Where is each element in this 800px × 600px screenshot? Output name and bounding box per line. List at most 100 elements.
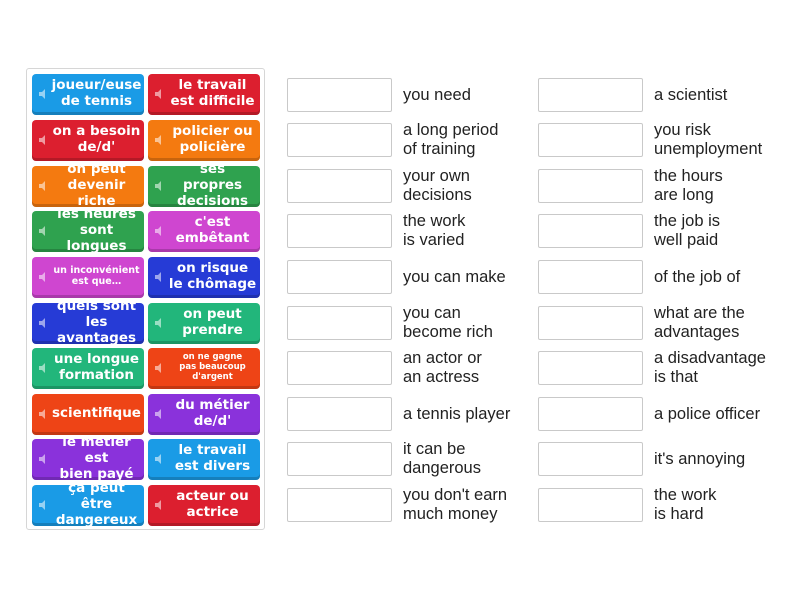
tile-label: acteur ou actrice xyxy=(176,488,249,520)
target-label: what are the advantages xyxy=(654,304,745,341)
tile-du-metier-de[interactable]: du métier de/d' xyxy=(148,394,260,435)
drop-slot[interactable] xyxy=(287,214,392,248)
target-label: you can become rich xyxy=(403,304,493,341)
speaker-icon xyxy=(155,500,161,510)
target-label: the work is hard xyxy=(654,486,717,523)
tile-label: une longue formation xyxy=(53,351,140,383)
drop-slot[interactable] xyxy=(287,488,392,522)
target-label: a tennis player xyxy=(403,404,511,423)
tile-on-risque-le-chomage[interactable]: on risque le chômage xyxy=(148,257,260,298)
tile-les-heures-sont-longues[interactable]: les heures sont longues xyxy=(32,206,144,254)
drop-slot[interactable] xyxy=(287,442,392,476)
drop-slot[interactable] xyxy=(287,351,392,385)
tile-une-longue-formation[interactable]: une longue formation xyxy=(32,348,144,389)
drop-slot[interactable] xyxy=(538,123,643,157)
target-label: it's annoying xyxy=(654,449,746,468)
drop-slot[interactable] xyxy=(538,351,643,385)
target-label: you risk unemployment xyxy=(654,121,763,158)
target-label: you don't earn much money xyxy=(403,486,508,523)
tile-label: on peut devenir riche xyxy=(67,161,126,209)
target-label: the hours are long xyxy=(654,167,723,204)
drop-slot[interactable] xyxy=(538,78,643,112)
tile-label: joueur/euse de tennis xyxy=(51,77,142,109)
tile-quels-sont-les-avantages[interactable]: quels sont les avantages xyxy=(32,298,144,346)
speaker-icon xyxy=(155,363,161,373)
tile-label: le travail est difficile xyxy=(170,77,255,109)
tile-label: c'est embêtant xyxy=(175,214,250,246)
speaker-icon xyxy=(39,89,45,99)
drop-slot[interactable] xyxy=(287,123,392,157)
drop-slot[interactable] xyxy=(538,306,643,340)
target-label: a long period of training xyxy=(403,121,499,158)
tile-label: ça peut être dangereux xyxy=(55,480,138,528)
speaker-icon xyxy=(155,181,161,191)
speaker-icon xyxy=(39,363,45,373)
drop-slot[interactable] xyxy=(538,442,643,476)
speaker-icon xyxy=(155,454,161,464)
drop-slot[interactable] xyxy=(538,260,643,294)
tile-on-a-besoin[interactable]: on a besoin de/d' xyxy=(32,120,144,161)
tile-le-travail-est-divers[interactable]: le travail est divers xyxy=(148,439,260,480)
tile-acteur-ou-actrice[interactable]: acteur ou actrice xyxy=(148,485,260,526)
tile-label: on peut prendre xyxy=(182,306,243,338)
target-label: it can be dangerous xyxy=(403,440,481,477)
tile-label: un inconvénient est que… xyxy=(53,265,140,287)
drop-slot[interactable] xyxy=(287,306,392,340)
drop-slot[interactable] xyxy=(538,488,643,522)
speaker-icon xyxy=(39,135,45,145)
speaker-icon xyxy=(39,500,45,510)
tile-label: on ne gagne pas beaucoup d'argent xyxy=(179,352,246,382)
tile-joueur-de-tennis[interactable]: joueur/euse de tennis xyxy=(32,74,144,115)
target-label: an actor or an actress xyxy=(403,349,482,386)
target-label: a scientist xyxy=(654,85,728,104)
tile-label: quels sont les avantages xyxy=(56,298,137,346)
tile-un-inconvenient-est-que[interactable]: un inconvénient est que… xyxy=(32,257,144,298)
target-label: the job is well paid xyxy=(654,212,721,249)
target-label: a police officer xyxy=(654,404,761,423)
speaker-icon xyxy=(155,226,161,236)
tile-ca-peut-etre-dangereux[interactable]: ça peut être dangereux xyxy=(32,480,144,528)
tile-label: le travail est divers xyxy=(174,442,251,474)
speaker-icon xyxy=(155,89,161,99)
drop-slot[interactable] xyxy=(538,169,643,203)
speaker-icon xyxy=(39,454,45,464)
speaker-icon xyxy=(39,409,45,419)
tile-label: ses propres decisions xyxy=(176,161,249,209)
speaker-icon xyxy=(155,272,161,282)
tile-label: du métier de/d' xyxy=(175,397,250,429)
tile-c-est-embetant[interactable]: c'est embêtant xyxy=(148,211,260,252)
tile-label: le métier est bien payé xyxy=(59,434,134,482)
drop-slot[interactable] xyxy=(538,214,643,248)
speaker-icon xyxy=(39,226,45,236)
drop-slot[interactable] xyxy=(287,260,392,294)
speaker-icon xyxy=(39,272,45,282)
tile-label: scientifique xyxy=(52,405,141,421)
speaker-icon xyxy=(39,318,45,328)
tile-label: on a besoin de/d' xyxy=(52,123,141,155)
target-label: you can make xyxy=(403,267,506,286)
speaker-icon xyxy=(155,318,161,328)
target-label: your own decisions xyxy=(403,167,472,204)
tile-label: on risque le chômage xyxy=(168,260,257,292)
drop-slot[interactable] xyxy=(287,169,392,203)
target-label: you need xyxy=(403,85,471,104)
target-label: a disadvantage is that xyxy=(654,349,766,386)
tile-scientifique[interactable]: scientifique xyxy=(32,394,144,435)
drop-slot[interactable] xyxy=(538,397,643,431)
tile-ses-propres-decisions[interactable]: ses propres decisions xyxy=(148,161,260,209)
tile-label: policier ou policière xyxy=(172,123,253,155)
speaker-icon xyxy=(39,181,45,191)
tile-le-travail-est-difficile[interactable]: le travail est difficile xyxy=(148,74,260,115)
tile-on-peut-devenir-riche[interactable]: on peut devenir riche xyxy=(32,161,144,209)
drop-slot[interactable] xyxy=(287,397,392,431)
target-label: of the job of xyxy=(654,267,741,286)
tile-label: les heures sont longues xyxy=(57,206,136,254)
tile-on-ne-gagne-pas-beaucoup[interactable]: on ne gagne pas beaucoup d'argent xyxy=(148,348,260,389)
drop-slot[interactable] xyxy=(287,78,392,112)
tile-le-metier-est-bien-paye[interactable]: le métier est bien payé xyxy=(32,434,144,482)
tile-policier-ou-policiere[interactable]: policier ou policière xyxy=(148,120,260,161)
speaker-icon xyxy=(155,135,161,145)
tile-on-peut-prendre[interactable]: on peut prendre xyxy=(148,303,260,344)
target-label: the work is varied xyxy=(403,212,466,249)
speaker-icon xyxy=(155,409,161,419)
